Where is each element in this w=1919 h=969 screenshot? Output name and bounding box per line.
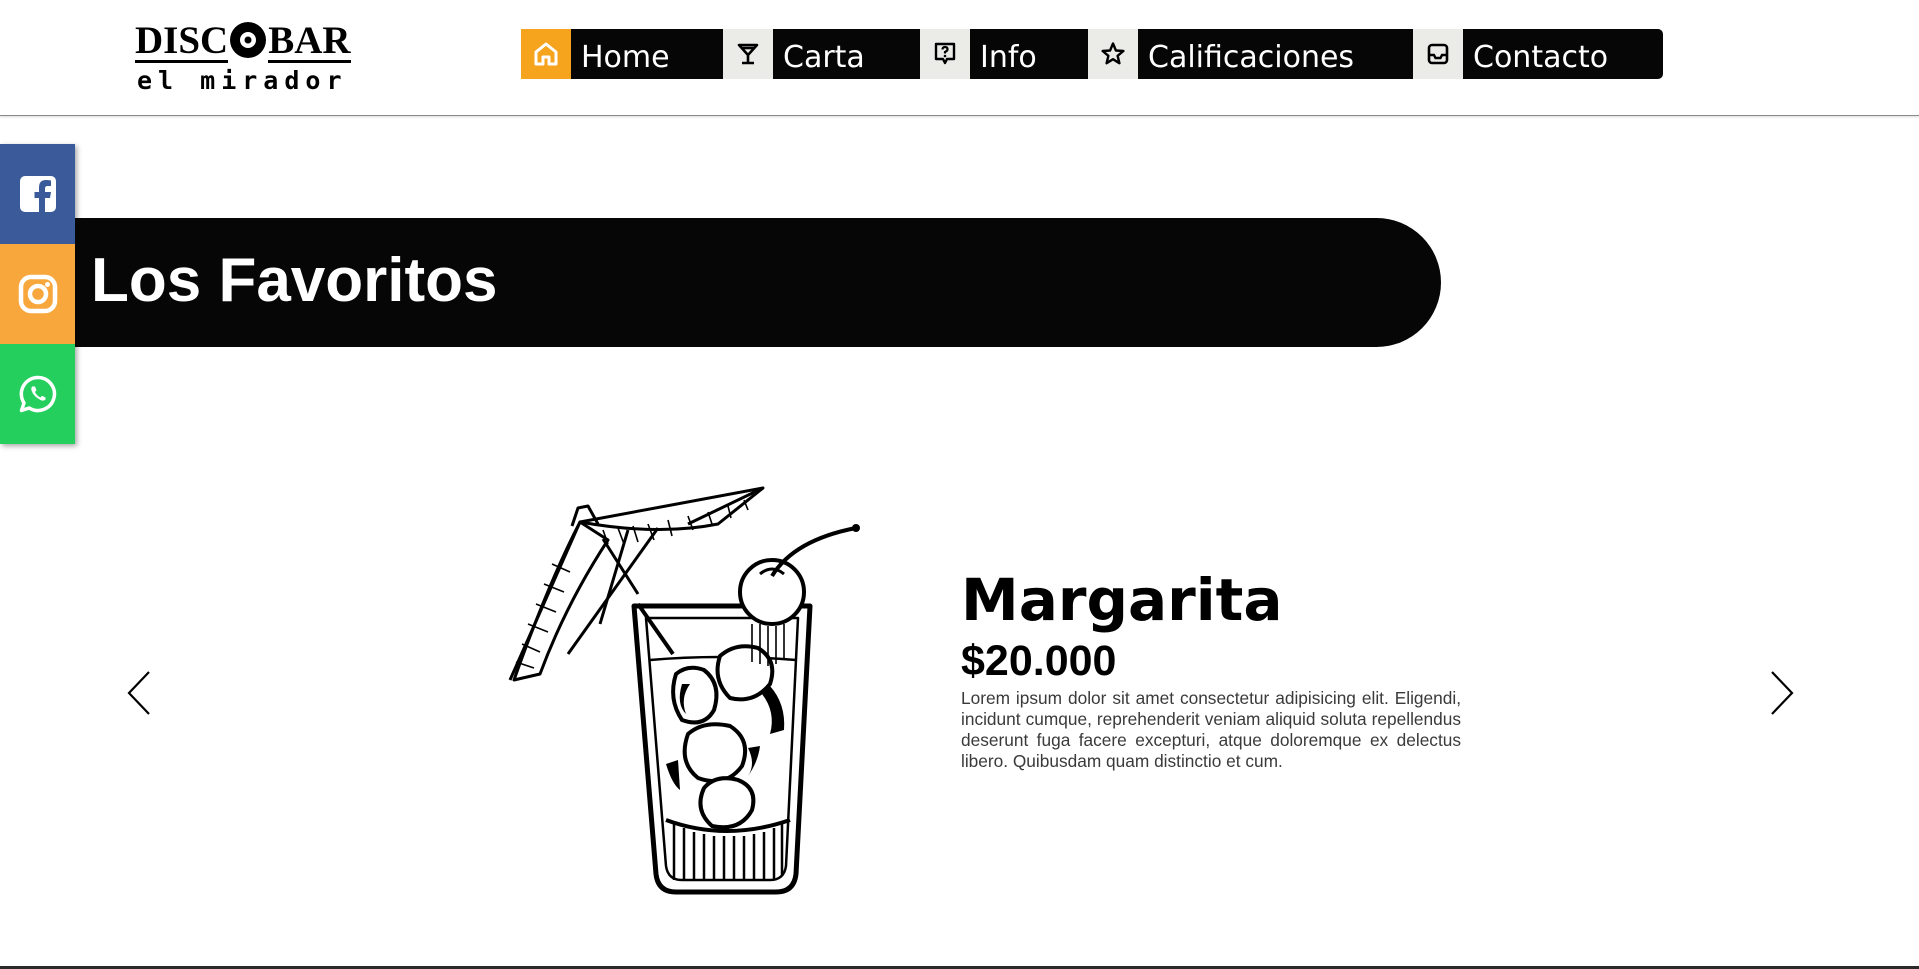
- star-icon: [1088, 29, 1138, 79]
- instagram-button[interactable]: [0, 244, 75, 344]
- section-title: Los Favoritos: [91, 246, 498, 315]
- item-description: Lorem ipsum dolor sit amet consectetur a…: [961, 688, 1461, 771]
- cocktail-illustration: [508, 486, 860, 895]
- facebook-button[interactable]: [0, 144, 75, 244]
- nav-item-info[interactable]: Info: [920, 29, 1088, 79]
- social-sidebar: [0, 144, 75, 444]
- vinyl-record-icon: [230, 21, 267, 58]
- nav-item-contacto[interactable]: Contacto: [1413, 29, 1663, 79]
- chevron-right-icon: [1771, 671, 1794, 715]
- instagram-icon: [18, 274, 57, 314]
- logo-top-line: DISC BAR: [135, 19, 351, 63]
- site-header: DISC BAR el mirador Home Carta Info Cali…: [0, 0, 1919, 116]
- slider-prev-button[interactable]: [119, 667, 159, 719]
- home-icon: [521, 29, 571, 79]
- nav-label-contacto: Contacto: [1463, 29, 1663, 79]
- logo-text-disc: DISC: [135, 19, 229, 63]
- slider-next-button[interactable]: [1762, 667, 1802, 719]
- nav-item-home[interactable]: Home: [521, 29, 723, 79]
- chevron-left-icon: [127, 671, 150, 715]
- section-banner: Los Favoritos: [75, 218, 1441, 347]
- nav-label-info: Info: [970, 29, 1088, 79]
- logo[interactable]: DISC BAR el mirador: [135, 19, 357, 95]
- item-name: Margarita: [961, 566, 1283, 634]
- logo-text-bar: BAR: [268, 19, 351, 63]
- nav-label-home: Home: [571, 29, 723, 79]
- nav-item-calificaciones[interactable]: Calificaciones: [1088, 29, 1413, 79]
- nav-label-carta: Carta: [773, 29, 920, 79]
- cocktail-glass-icon: [723, 29, 773, 79]
- whatsapp-button[interactable]: [0, 344, 75, 444]
- inbox-icon: [1413, 29, 1463, 79]
- nav-label-calificaciones: Calificaciones: [1138, 29, 1413, 79]
- whatsapp-icon: [19, 375, 56, 413]
- logo-subtitle: el mirador: [137, 66, 348, 95]
- main-nav: Home Carta Info Calificaciones Contacto: [521, 29, 1663, 79]
- item-price: $20.000: [961, 637, 1117, 685]
- facebook-icon: [19, 176, 56, 212]
- question-bubble-icon: [920, 29, 970, 79]
- nav-item-carta[interactable]: Carta: [723, 29, 920, 79]
